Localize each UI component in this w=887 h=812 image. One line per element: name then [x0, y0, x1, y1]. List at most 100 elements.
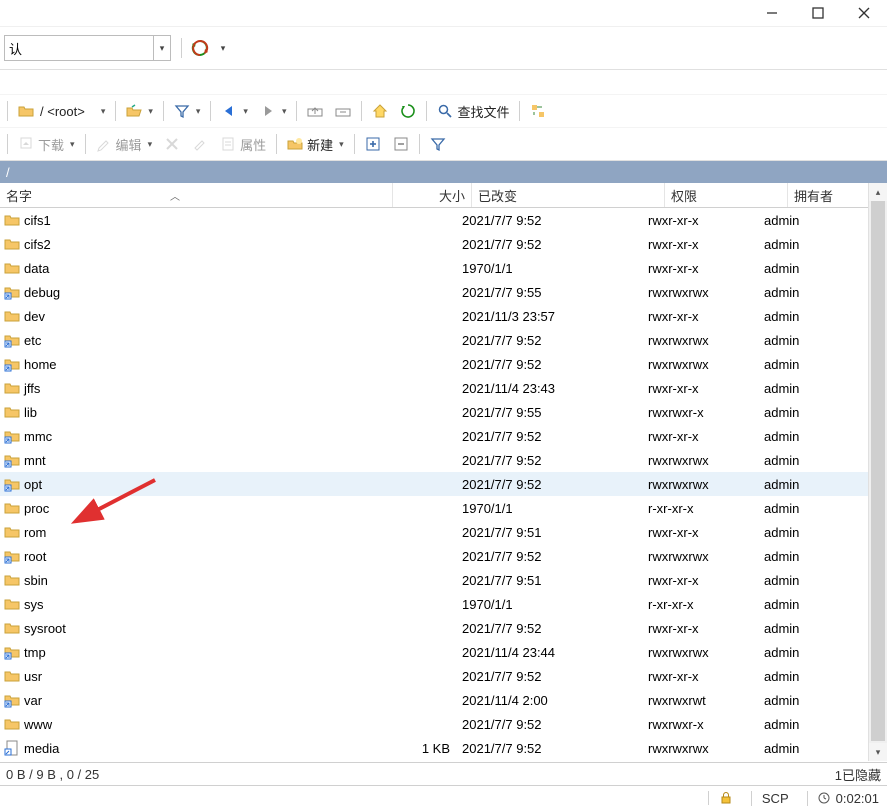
search-icon [437, 103, 453, 119]
forward-button[interactable] [255, 97, 292, 125]
file-row[interactable]: root2021/7/7 9:52rwxrwxrwxadmin [0, 544, 887, 568]
download-button[interactable]: 下载 [13, 130, 80, 158]
file-rights: rwxrwxr-x [642, 717, 758, 732]
parent-folder-button[interactable] [302, 97, 328, 125]
file-row[interactable]: sysroot2021/7/7 9:52rwxr-xr-xadmin [0, 616, 887, 640]
close-button[interactable] [841, 0, 887, 26]
file-changed: 1970/1/1 [456, 501, 642, 516]
file-rights: rwxr-xr-x [642, 669, 758, 684]
maximize-button[interactable] [795, 0, 841, 26]
file-rights: rwxrwxrwx [642, 453, 758, 468]
file-changed: 2021/7/7 9:55 [456, 405, 642, 420]
nav-toolbar: / <root> 查找文件 [0, 94, 887, 127]
file-changed: 2021/7/7 9:52 [456, 621, 642, 636]
file-name: var [24, 693, 42, 708]
folder-open-icon [126, 103, 142, 119]
edit-button[interactable]: 编辑 [91, 130, 158, 158]
file-row[interactable]: opt2021/7/7 9:52rwxrwxrwxadmin [0, 472, 887, 496]
file-changed: 2021/7/7 9:52 [456, 477, 642, 492]
properties-button[interactable]: 属性 [215, 130, 271, 158]
back-button[interactable] [216, 97, 253, 125]
session-selector[interactable]: 认 [4, 35, 154, 61]
file-row[interactable]: etc2021/7/7 9:52rwxrwxrwxadmin [0, 328, 887, 352]
file-rights: rwxrwxrwx [642, 285, 758, 300]
vertical-scrollbar[interactable]: ▴ ▾ [868, 183, 887, 761]
file-list[interactable]: cifs12021/7/7 9:52rwxr-xr-xadmincifs2202… [0, 208, 887, 762]
plus-button[interactable] [360, 130, 386, 158]
download-label: 下载 [38, 135, 64, 154]
filter-button[interactable] [169, 97, 206, 125]
folder-up-icon [307, 103, 323, 119]
find-files-button[interactable]: 查找文件 [432, 97, 514, 125]
folder-icon [4, 572, 20, 588]
refresh-button[interactable] [395, 97, 421, 125]
scroll-thumb[interactable] [871, 201, 885, 741]
file-row[interactable]: rom2021/7/7 9:51rwxr-xr-xadmin [0, 520, 887, 544]
folder-icon [4, 380, 20, 396]
file-rights: rwxr-xr-x [642, 621, 758, 636]
delete-button[interactable] [159, 130, 185, 158]
arrow-right-icon [260, 103, 276, 119]
new-button[interactable]: 新建 [282, 130, 349, 158]
path-bar[interactable]: / [0, 161, 887, 183]
file-row[interactable]: dev2021/11/3 23:57rwxr-xr-xadmin [0, 304, 887, 328]
folder-icon [4, 596, 20, 612]
session-dropdown[interactable]: ▾ [154, 35, 171, 61]
column-name[interactable]: 名字 ︿ [0, 183, 393, 207]
scroll-down-button[interactable]: ▾ [869, 743, 887, 761]
edit-icon [96, 136, 112, 152]
file-rights: rwxr-xr-x [642, 525, 758, 540]
file-name: debug [24, 285, 60, 300]
file-name: sys [24, 597, 44, 612]
file-row[interactable]: media1 KB2021/7/7 9:52rwxrwxrwxadmin [0, 736, 887, 760]
home-icon [372, 103, 388, 119]
column-size[interactable]: 大小 [393, 183, 472, 207]
file-row[interactable]: cifs22021/7/7 9:52rwxr-xr-xadmin [0, 232, 887, 256]
file-name: mmc [24, 429, 52, 444]
file-row[interactable]: jffs2021/11/4 23:43rwxr-xr-xadmin [0, 376, 887, 400]
file-row[interactable]: sbin2021/7/7 9:51rwxr-xr-xadmin [0, 568, 887, 592]
mask-button[interactable] [425, 130, 451, 158]
rename-icon [192, 136, 208, 152]
file-changed: 2021/11/3 23:57 [456, 309, 642, 324]
sync-browse-button[interactable] [525, 97, 551, 125]
column-rights[interactable]: 权限 [665, 183, 788, 207]
root-folder-dropdown[interactable] [94, 97, 111, 125]
file-name: opt [24, 477, 42, 492]
file-row[interactable]: home2021/7/7 9:52rwxrwxrwxadmin [0, 352, 887, 376]
file-row[interactable]: proc1970/1/1r-xr-xr-xadmin [0, 496, 887, 520]
file-row[interactable]: debug2021/7/7 9:55rwxrwxrwxadmin [0, 280, 887, 304]
column-changed[interactable]: 已改变 [472, 183, 665, 207]
file-row[interactable]: var2021/11/4 2:00rwxrwxrwtadmin [0, 688, 887, 712]
scroll-up-button[interactable]: ▴ [869, 183, 887, 201]
open-folder-button[interactable] [121, 97, 158, 125]
minimize-button[interactable] [749, 0, 795, 26]
home-button[interactable] [367, 97, 393, 125]
root-button[interactable] [330, 97, 356, 125]
file-row[interactable]: cifs12021/7/7 9:52rwxr-xr-xadmin [0, 208, 887, 232]
sync-icon [530, 103, 546, 119]
file-row[interactable]: data1970/1/1rwxr-xr-xadmin [0, 256, 887, 280]
file-changed: 2021/7/7 9:52 [456, 717, 642, 732]
rename-button[interactable] [187, 130, 213, 158]
refresh-session-button[interactable] [185, 34, 215, 62]
file-row[interactable]: usr2021/7/7 9:52rwxr-xr-xadmin [0, 664, 887, 688]
file-row[interactable]: mnt2021/7/7 9:52rwxrwxrwxadmin [0, 448, 887, 472]
selection-status: 0 B / 9 B , 0 / 25 [6, 767, 99, 782]
file-changed: 2021/7/7 9:52 [456, 549, 642, 564]
file-name: usr [24, 669, 42, 684]
file-rights: rwxr-xr-x [642, 573, 758, 588]
file-row[interactable]: tmp2021/11/4 23:44rwxrwxrwxadmin [0, 640, 887, 664]
file-row[interactable]: mmc2021/7/7 9:52rwxr-xr-xadmin [0, 424, 887, 448]
file-name: media [24, 741, 59, 756]
refresh-dropdown[interactable]: ▾ [215, 36, 231, 60]
file-name: home [24, 357, 57, 372]
titlebar [0, 0, 887, 27]
new-folder-icon [287, 136, 303, 152]
file-row[interactable]: www2021/7/7 9:52rwxrwxr-xadmin [0, 712, 887, 736]
minus-button[interactable] [388, 130, 414, 158]
file-row[interactable]: sys1970/1/1r-xr-xr-xadmin [0, 592, 887, 616]
root-folder-button[interactable]: / <root> [13, 97, 92, 125]
file-changed: 2021/7/7 9:52 [456, 357, 642, 372]
file-row[interactable]: lib2021/7/7 9:55rwxrwxr-xadmin [0, 400, 887, 424]
